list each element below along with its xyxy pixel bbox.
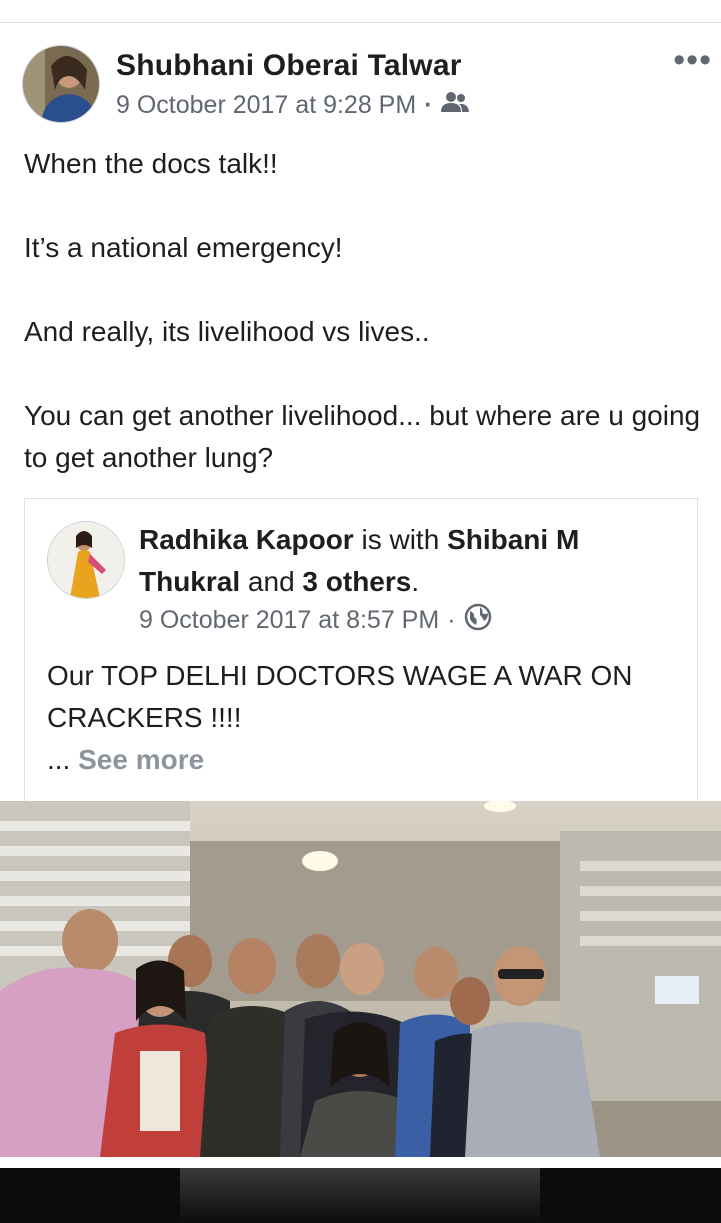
period: . (411, 566, 420, 597)
shared-timestamp[interactable]: 9 October 2017 at 8:57 PM (139, 606, 439, 635)
globe-icon[interactable] (464, 603, 492, 638)
shared-post-meta: 9 October 2017 at 8:57 PM · (139, 603, 492, 638)
post-timestamp[interactable]: 9 October 2017 at 9:28 PM (116, 91, 416, 120)
ellipsis: ... (47, 744, 71, 775)
post-paragraph: When the docs talk!! (24, 148, 278, 179)
shared-header-line-1: Radhika Kapoor is with Shibani M Thukral… (139, 519, 679, 603)
meta-separator: · (424, 91, 433, 119)
friends-icon[interactable] (440, 91, 469, 120)
top-bar (0, 0, 721, 23)
post-header: Shubhani Oberai Talwar 9 October 2017 at… (22, 43, 712, 125)
shared-author-name[interactable]: Radhika Kapoor (139, 524, 354, 555)
shared-photo[interactable] (0, 801, 721, 1157)
post-meta: 9 October 2017 at 9:28 PM · (116, 91, 469, 120)
strip-glow (180, 1168, 540, 1223)
post-body: When the docs talk!! It’s a national eme… (24, 143, 704, 479)
more-options-icon[interactable]: ••• (673, 43, 712, 77)
others-link[interactable]: 3 others (302, 566, 411, 597)
next-media-strip (0, 1168, 721, 1223)
post-paragraph: And really, its livelihood vs lives.. (24, 316, 430, 347)
shared-post-card[interactable]: Radhika Kapoor is with Shibani M Thukral… (24, 498, 698, 804)
see-more-link[interactable]: See more (78, 744, 204, 775)
author-avatar[interactable] (22, 45, 100, 123)
shared-post-body: Our TOP DELHI DOCTORS WAGE A WAR ON CRAC… (47, 660, 633, 733)
post-paragraph: You can get another livelihood... but wh… (24, 400, 701, 473)
shared-post-text: Our TOP DELHI DOCTORS WAGE A WAR ON CRAC… (47, 655, 677, 781)
author-name[interactable]: Shubhani Oberai Talwar (116, 49, 462, 83)
post-paragraph: It’s a national emergency! (24, 232, 343, 263)
shared-author-avatar[interactable] (47, 521, 125, 599)
and-text: and (247, 566, 295, 597)
meta-separator: · (447, 606, 456, 634)
with-text: is with (361, 524, 440, 555)
